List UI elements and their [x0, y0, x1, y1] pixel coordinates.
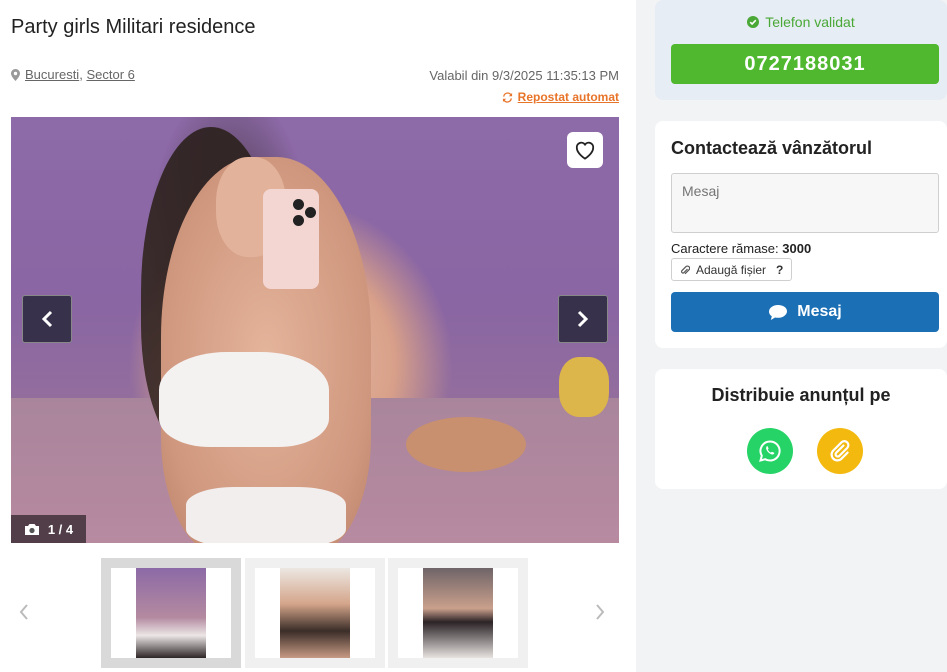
thumbnail-frame: [255, 568, 375, 658]
favorite-button[interactable]: [567, 132, 603, 168]
thumbnail-1[interactable]: [101, 558, 241, 668]
chars-remaining: Caractere rămase: 3000: [671, 241, 811, 256]
reposted-text: Repostat automat: [517, 90, 619, 104]
check-circle-icon: [747, 16, 760, 28]
whatsapp-icon: [759, 440, 781, 462]
phone-validated-text: Telefon validat: [765, 14, 855, 30]
chevron-right-icon: [596, 604, 605, 620]
share-card: Distribuie anunțul pe: [655, 369, 947, 489]
paperclip-icon: [830, 440, 850, 462]
message-input[interactable]: [671, 173, 939, 233]
camera-icon: [24, 523, 39, 535]
chars-remaining-label: Caractere rămase:: [671, 241, 779, 256]
valid-date: Valabil din 9/3/2025 11:35:13 PM: [429, 68, 619, 83]
location: Bucuresti, Sector 6: [11, 67, 135, 82]
send-message-label: Mesaj: [797, 303, 842, 320]
photo-counter: 1 / 4: [11, 515, 86, 543]
thumbnail-frame: [111, 568, 231, 658]
thumbnail-image: [136, 568, 206, 658]
chevron-left-icon: [41, 310, 53, 328]
photo-bottom: [186, 487, 346, 543]
thumbnail-strip: [0, 556, 636, 668]
chevron-left-icon: [19, 604, 28, 620]
prev-photo-button[interactable]: [22, 295, 72, 343]
photo-cat: [406, 417, 526, 472]
share-link-button[interactable]: [817, 428, 863, 474]
attach-file-label: Adaugă fișier: [696, 262, 767, 277]
photo-toy: [559, 357, 609, 417]
contact-title: Contactează vânzătorul: [671, 138, 873, 158]
thumbnail-image: [423, 568, 493, 658]
share-whatsapp-button[interactable]: [747, 428, 793, 474]
thumbnail-3[interactable]: [388, 558, 528, 668]
heart-outline-icon: [575, 141, 595, 160]
photo-phone-camera: [305, 207, 316, 218]
page-title: Party girls Militari residence: [11, 16, 256, 38]
next-photo-button[interactable]: [558, 295, 608, 343]
chat-bubble-icon: [769, 304, 788, 320]
send-message-button[interactable]: Mesaj: [671, 292, 939, 332]
location-area-link[interactable]: Sector 6: [86, 67, 134, 82]
phone-number-button[interactable]: 0727188031: [671, 44, 939, 84]
photo-phone-camera: [293, 199, 304, 210]
contact-card: Contactează vânzătorul Caractere rămase:…: [655, 121, 947, 348]
photo-top: [159, 352, 329, 447]
chevron-right-icon: [577, 310, 589, 328]
thumbnail-frame: [398, 568, 518, 658]
refresh-icon: [502, 91, 512, 103]
photo-phone-camera: [293, 215, 304, 226]
attach-file-button[interactable]: Adaugă fișier ?: [671, 258, 793, 281]
map-pin-icon: [11, 68, 20, 81]
main-photo[interactable]: 1 / 4: [11, 117, 619, 543]
phone-card: Telefon validat 0727188031: [655, 0, 947, 100]
photo-phone: [263, 189, 319, 289]
photo-counter-text: 1 / 4: [47, 521, 74, 537]
chars-remaining-value: 3000: [782, 241, 812, 256]
attach-help[interactable]: ?: [776, 263, 783, 277]
listing-panel: Party girls Militari residence Bucuresti…: [0, 0, 636, 672]
thumbnail-2[interactable]: [245, 558, 385, 668]
location-city-link[interactable]: Bucuresti: [25, 67, 79, 82]
thumbs-prev-button[interactable]: [14, 600, 34, 624]
thumbnail-image: [280, 568, 350, 658]
reposted-label[interactable]: Repostat automat: [502, 90, 619, 104]
phone-validated: Telefon validat: [655, 14, 947, 30]
location-separator: ,: [79, 67, 83, 82]
share-title: Distribuie anunțul pe: [711, 385, 891, 405]
thumbs-next-button[interactable]: [590, 600, 610, 624]
paperclip-icon: [681, 265, 690, 274]
